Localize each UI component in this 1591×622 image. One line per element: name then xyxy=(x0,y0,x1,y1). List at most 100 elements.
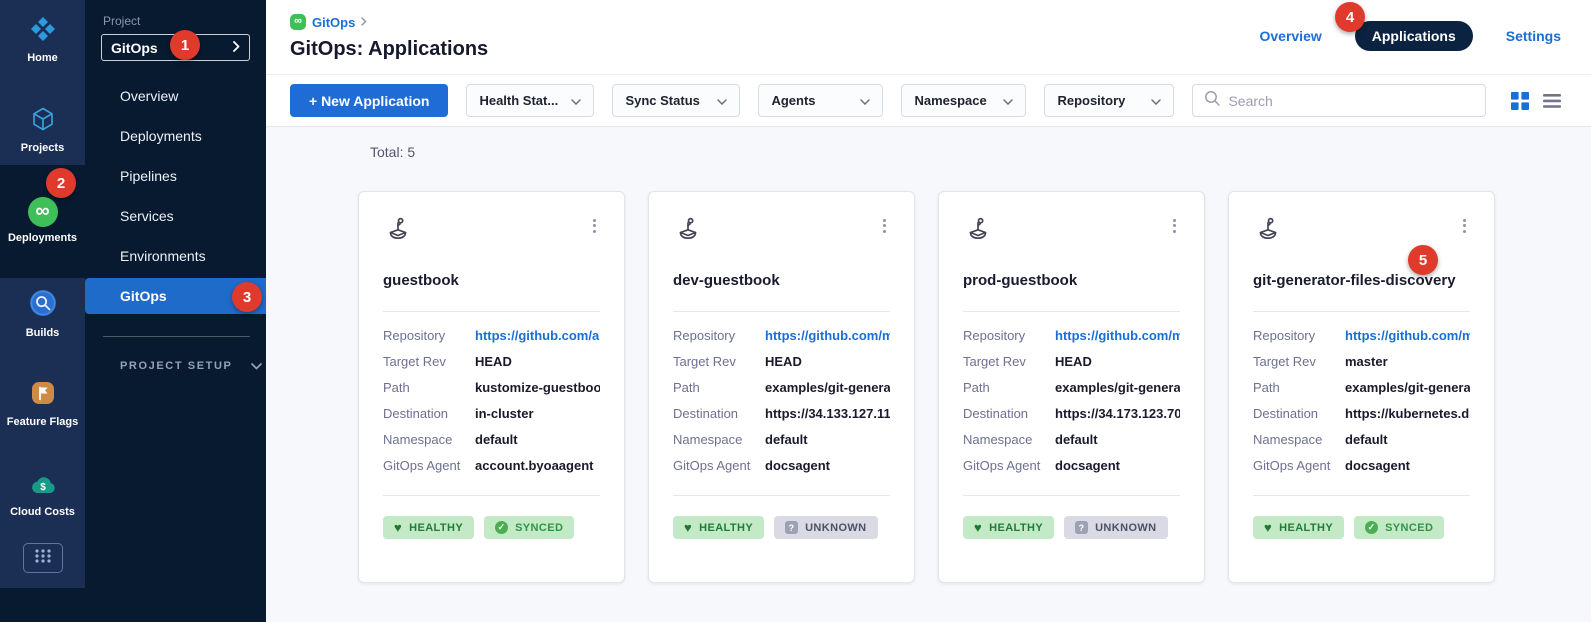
project-sidebar: Project GitOps Overview Deployments Pipe… xyxy=(85,0,266,622)
sidebar-bottom-strip xyxy=(0,588,85,622)
divider xyxy=(1253,495,1470,496)
sidebar-item-home[interactable]: Home xyxy=(0,16,85,65)
search-input[interactable] xyxy=(1228,93,1474,109)
application-card[interactable]: git-generator-files-discovery Repository… xyxy=(1228,191,1495,583)
divider xyxy=(673,495,890,496)
sync-status-badge: ?UNKNOWN xyxy=(1064,516,1167,539)
gitops-applications-page: Home Projects ∞ Deployments Builds Featu… xyxy=(0,0,1591,622)
application-name[interactable]: git-generator-files-discovery xyxy=(1253,272,1470,289)
application-icon xyxy=(383,214,413,249)
tab-overview[interactable]: Overview xyxy=(1259,28,1321,44)
divider xyxy=(963,311,1180,312)
toolbar: + New Application Health Stat... Sync St… xyxy=(266,74,1591,127)
field-value: docsagent xyxy=(1345,458,1470,473)
grid-view-icon[interactable] xyxy=(1511,92,1529,110)
tab-applications[interactable]: Applications xyxy=(1355,21,1473,51)
field-value: HEAD xyxy=(475,354,600,369)
heart-icon: ♥ xyxy=(974,521,982,534)
application-name[interactable]: dev-guestbook xyxy=(673,272,890,289)
project-nav-list: Overview Deployments Pipelines Services … xyxy=(85,76,266,375)
field-label: Target Rev xyxy=(673,354,765,369)
field-value: https://34.133.127.118 xyxy=(765,406,890,421)
chevron-down-icon xyxy=(571,93,581,108)
field-label: Destination xyxy=(673,406,765,421)
home-icon xyxy=(30,16,56,47)
field-value: in-cluster xyxy=(475,406,600,421)
filter-health-status[interactable]: Health Stat... xyxy=(466,84,594,117)
module-launcher-button[interactable] xyxy=(23,543,63,573)
repository-link[interactable]: https://github.com/a... xyxy=(475,328,600,343)
module-sidebar: Home Projects ∞ Deployments Builds Featu… xyxy=(0,0,85,622)
nav-item-overview[interactable]: Overview xyxy=(85,76,266,116)
list-view-icon[interactable] xyxy=(1543,94,1561,108)
field-value: HEAD xyxy=(1055,354,1180,369)
application-icon xyxy=(1253,214,1283,249)
tab-settings[interactable]: Settings xyxy=(1506,28,1561,44)
chevron-down-icon xyxy=(1151,93,1161,108)
grid-dots-icon xyxy=(34,548,52,569)
application-card[interactable]: prod-guestbook Repositoryhttps://github.… xyxy=(938,191,1205,583)
field-label: Repository xyxy=(1253,328,1345,343)
field-label: Path xyxy=(1253,380,1345,395)
health-status-badge: ♥HEALTHY xyxy=(673,516,764,539)
health-status-badge: ♥HEALTHY xyxy=(963,516,1054,539)
filter-namespace[interactable]: Namespace xyxy=(901,84,1026,117)
sidebar-item-projects[interactable]: Projects xyxy=(0,106,85,155)
field-label: Namespace xyxy=(1253,432,1345,447)
annotation-3: 3 xyxy=(232,282,262,312)
filter-agents[interactable]: Agents xyxy=(758,84,883,117)
sidebar-item-feature-flags[interactable]: Feature Flags xyxy=(0,380,85,429)
chevron-down-icon xyxy=(717,93,727,108)
field-label: Namespace xyxy=(383,432,475,447)
field-value: default xyxy=(1055,432,1180,447)
repository-link[interactable]: https://github.com/m... xyxy=(765,328,890,343)
nav-item-pipelines[interactable]: Pipelines xyxy=(85,156,266,196)
new-application-button[interactable]: + New Application xyxy=(290,84,448,117)
repository-link[interactable]: https://github.com/m... xyxy=(1345,328,1470,343)
field-label: Path xyxy=(383,380,475,395)
check-icon: ✓ xyxy=(1365,521,1378,534)
kebab-menu-icon[interactable] xyxy=(1459,214,1470,237)
field-value: examples/git-genera... xyxy=(1055,380,1180,395)
application-card[interactable]: dev-guestbook Repositoryhttps://github.c… xyxy=(648,191,915,583)
project-setup-toggle[interactable]: PROJECT SETUP xyxy=(120,357,266,375)
application-name[interactable]: guestbook xyxy=(383,272,600,289)
field-value: examples/git-genera... xyxy=(765,380,890,395)
application-card[interactable]: guestbook Repositoryhttps://github.com/a… xyxy=(358,191,625,583)
deployments-icon: ∞ xyxy=(28,197,58,227)
main-content: ∞ GitOps GitOps: Applications Overview A… xyxy=(266,0,1591,622)
repository-link[interactable]: https://github.com/m... xyxy=(1055,328,1180,343)
field-label: Destination xyxy=(1253,406,1345,421)
field-label: Repository xyxy=(673,328,765,343)
header-tabs: Overview Applications Settings xyxy=(1259,21,1561,51)
annotation-4: 4 xyxy=(1335,2,1365,32)
nav-item-services[interactable]: Services xyxy=(85,196,266,236)
sync-status-badge: ✓SYNCED xyxy=(484,516,574,539)
sidebar-item-deployments[interactable]: ∞ Deployments xyxy=(0,197,85,245)
application-name[interactable]: prod-guestbook xyxy=(963,272,1180,289)
chevron-right-icon xyxy=(361,13,367,31)
field-label: Destination xyxy=(383,406,475,421)
question-icon: ? xyxy=(1075,521,1088,534)
breadcrumb-link[interactable]: GitOps xyxy=(312,15,355,30)
heart-icon: ♥ xyxy=(1264,521,1272,534)
filter-sync-status[interactable]: Sync Status xyxy=(612,84,740,117)
field-label: Target Rev xyxy=(963,354,1055,369)
annotation-2: 2 xyxy=(46,168,76,198)
nav-item-environments[interactable]: Environments xyxy=(85,236,266,276)
kebab-menu-icon[interactable] xyxy=(879,214,890,237)
question-icon: ? xyxy=(785,521,798,534)
kebab-menu-icon[interactable] xyxy=(1169,214,1180,237)
svg-text:$: $ xyxy=(40,482,46,493)
check-icon: ✓ xyxy=(495,521,508,534)
sync-status-badge: ?UNKNOWN xyxy=(774,516,877,539)
kebab-menu-icon[interactable] xyxy=(589,214,600,237)
field-value: https://kubernetes.d... xyxy=(1345,406,1470,421)
project-name: GitOps xyxy=(111,40,158,56)
divider xyxy=(673,311,890,312)
sidebar-item-cloud-costs[interactable]: $ Cloud Costs xyxy=(0,472,85,519)
filter-repository[interactable]: Repository xyxy=(1044,84,1174,117)
divider xyxy=(383,495,600,496)
sidebar-item-builds[interactable]: Builds xyxy=(0,289,85,340)
nav-item-deployments[interactable]: Deployments xyxy=(85,116,266,156)
